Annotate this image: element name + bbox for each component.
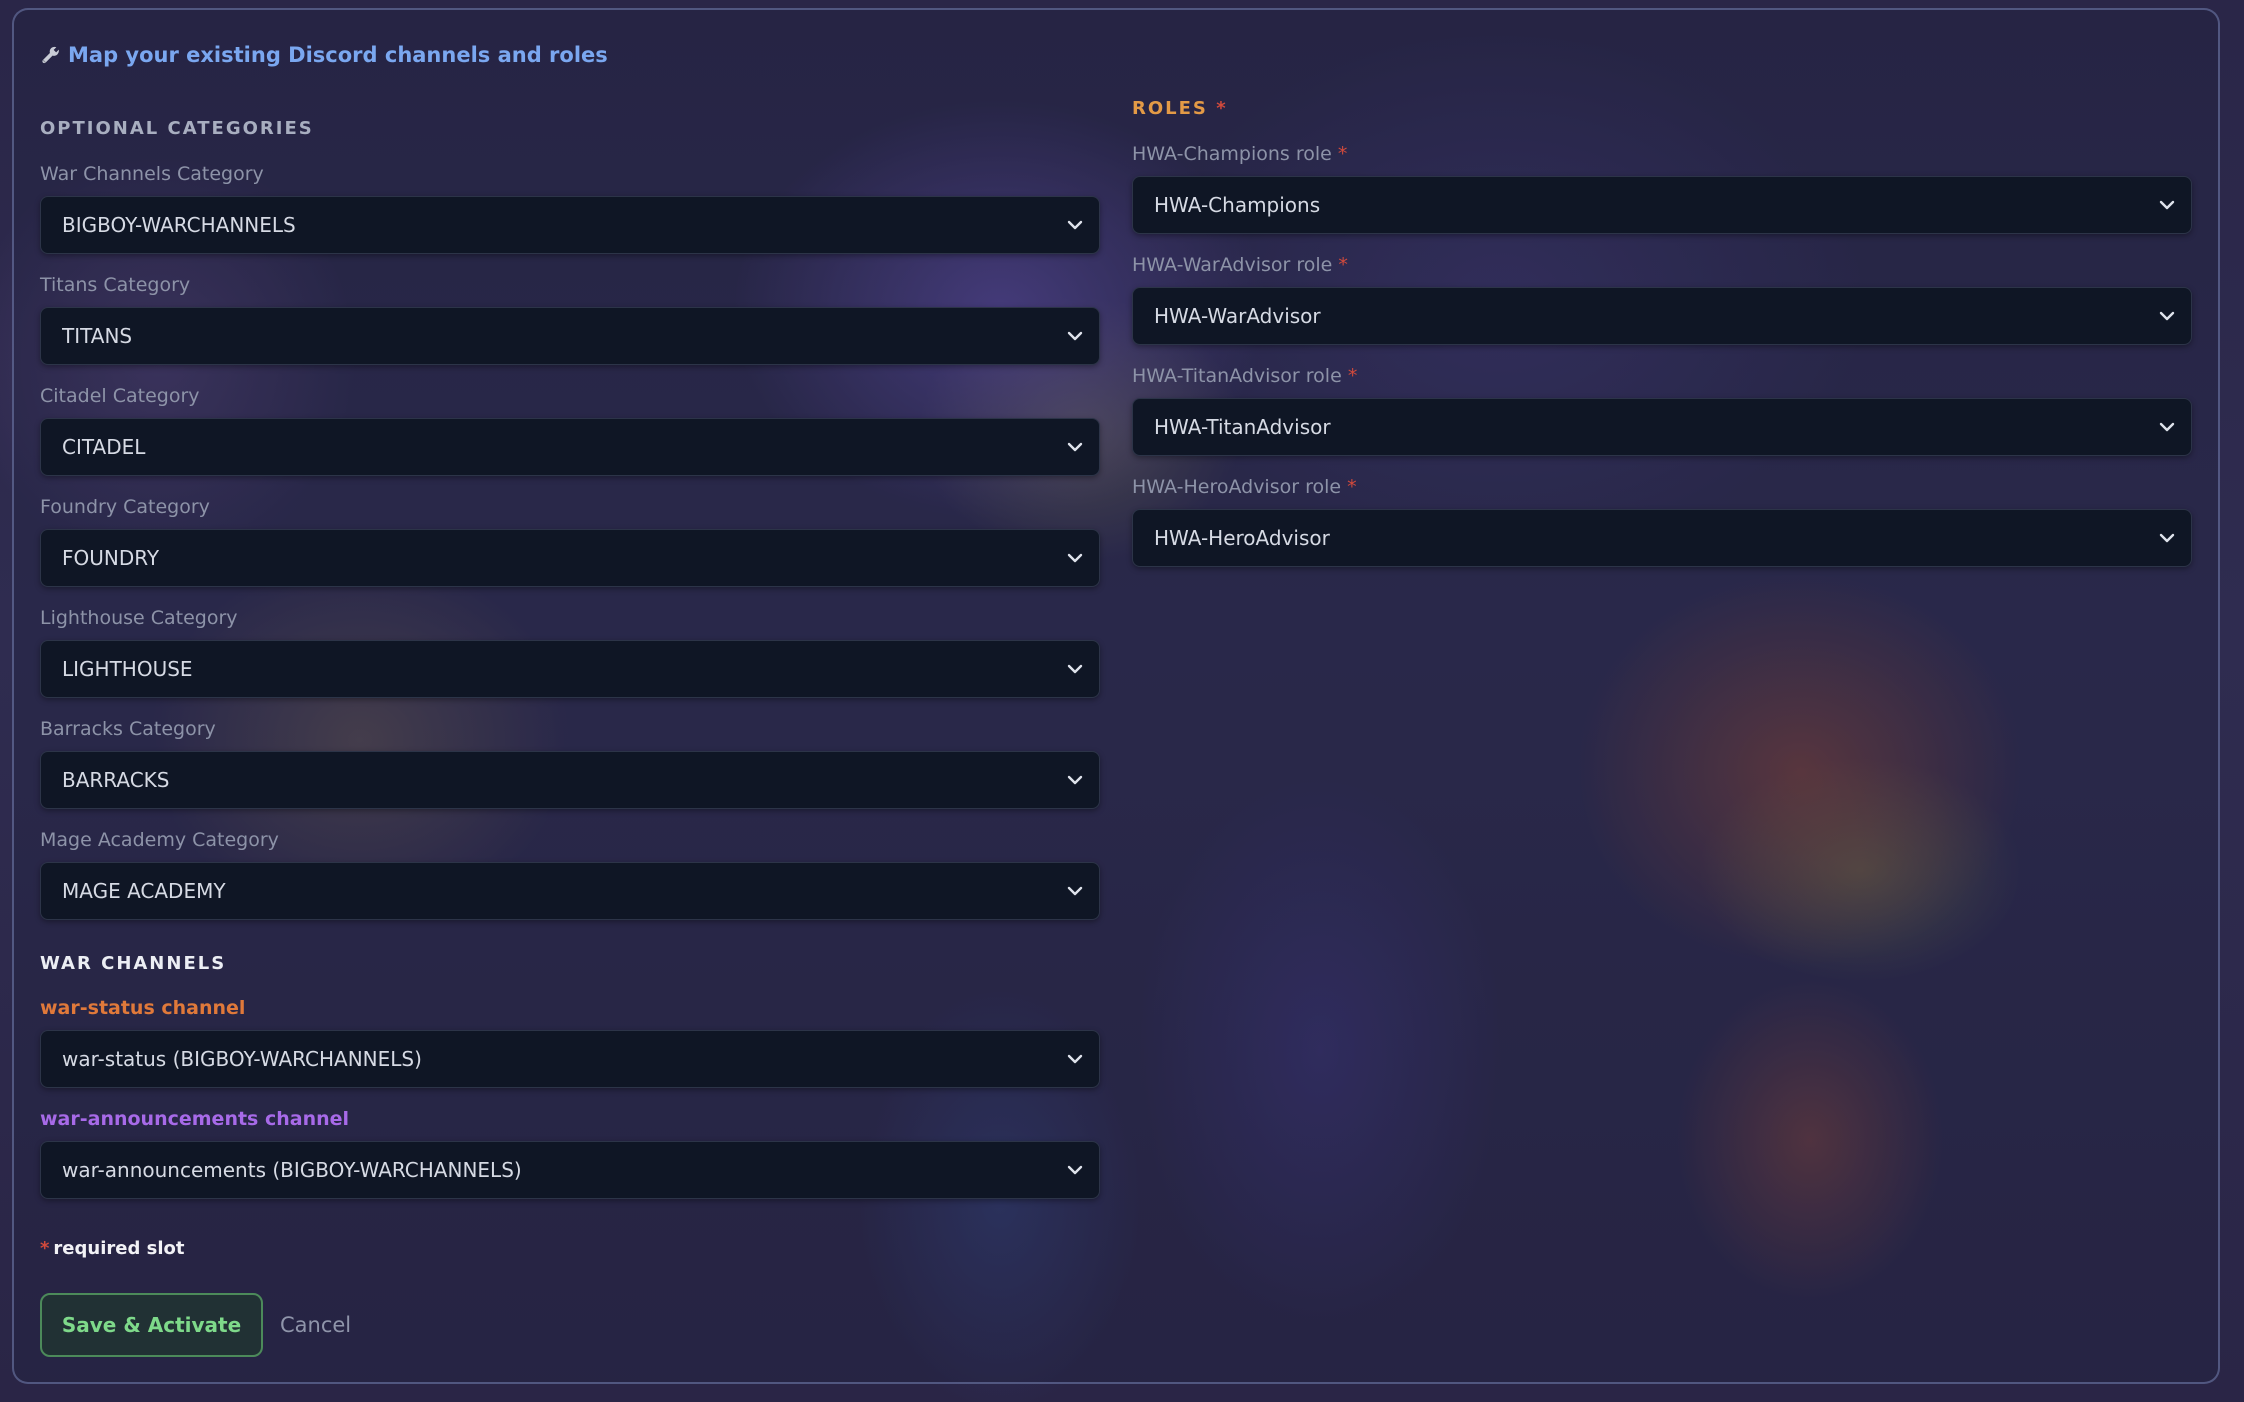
select-value: CITADEL (62, 435, 146, 459)
lighthouse-category-label: Lighthouse Category (40, 607, 238, 629)
panel-heading: Map your existing Discord channels and r… (40, 38, 608, 72)
required-star: * (1347, 365, 1358, 387)
titans-category-label: Titans Category (40, 274, 191, 296)
war-announcements-channel-select[interactable]: war-announcements (BIGBOY-WARCHANNELS) (40, 1141, 1100, 1199)
war-announcements-channel-label: war-announcements channel (40, 1108, 350, 1130)
champions-role-label: HWA-Champions role * (1132, 142, 1347, 166)
required-star: * (40, 1238, 50, 1259)
foundry-category-select[interactable]: FOUNDRY (40, 529, 1100, 587)
titanadvisor-role-label: HWA-TitanAdvisor role * (1132, 364, 1357, 388)
chevron-down-icon (1067, 1054, 1083, 1064)
select-value: HWA-HeroAdvisor (1154, 526, 1330, 550)
chevron-down-icon (2159, 533, 2175, 543)
titanadvisor-role-label-text: HWA-TitanAdvisor role (1132, 365, 1342, 387)
chevron-down-icon (1067, 664, 1083, 674)
select-value: MAGE ACADEMY (62, 879, 226, 903)
champions-role-label-text: HWA-Champions role (1132, 143, 1332, 165)
barracks-category-select[interactable]: BARRACKS (40, 751, 1100, 809)
select-value: HWA-TitanAdvisor (1154, 415, 1331, 439)
titans-category-select[interactable]: TITANS (40, 307, 1100, 365)
required-star: * (1338, 254, 1348, 276)
titanadvisor-role-select[interactable]: HWA-TitanAdvisor (1132, 398, 2192, 456)
save-activate-button[interactable]: Save & Activate (40, 1293, 263, 1357)
chevron-down-icon (1067, 886, 1083, 896)
waradvisor-role-select[interactable]: HWA-WarAdvisor (1132, 287, 2192, 345)
chevron-down-icon (1067, 775, 1083, 785)
roles-title: ROLES * (1132, 98, 1228, 120)
required-slot-note: * required slot (40, 1238, 184, 1259)
chevron-down-icon (1067, 331, 1083, 341)
select-value: war-status (BIGBOY-WARCHANNELS) (62, 1047, 422, 1071)
chevron-down-icon (2159, 311, 2175, 321)
war-channels-category-select[interactable]: BIGBOY-WARCHANNELS (40, 196, 1100, 254)
required-star: * (1347, 476, 1357, 498)
mage-academy-category-label: Mage Academy Category (40, 829, 279, 851)
chevron-down-icon (1067, 220, 1083, 230)
citadel-category-select[interactable]: CITADEL (40, 418, 1100, 476)
roles-title-text: ROLES (1132, 98, 1208, 119)
mage-academy-category-select[interactable]: MAGE ACADEMY (40, 862, 1100, 920)
chevron-down-icon (1067, 553, 1083, 563)
heroadvisor-role-select[interactable]: HWA-HeroAdvisor (1132, 509, 2192, 567)
waradvisor-role-label-text: HWA-WarAdvisor role (1132, 254, 1333, 276)
war-channels-title: WAR CHANNELS (40, 953, 227, 974)
heroadvisor-role-label: HWA-HeroAdvisor role * (1132, 475, 1357, 499)
select-value: war-announcements (BIGBOY-WARCHANNELS) (62, 1158, 522, 1182)
select-value: FOUNDRY (62, 546, 160, 570)
citadel-category-label: Citadel Category (40, 385, 200, 407)
select-value: BIGBOY-WARCHANNELS (62, 213, 296, 237)
select-value: TITANS (62, 324, 133, 348)
chevron-down-icon (1067, 442, 1083, 452)
lighthouse-category-select[interactable]: LIGHTHOUSE (40, 640, 1100, 698)
optional-categories-title: OPTIONAL CATEGORIES (40, 118, 314, 139)
select-value: HWA-WarAdvisor (1154, 304, 1321, 328)
war-status-channel-select[interactable]: war-status (BIGBOY-WARCHANNELS) (40, 1030, 1100, 1088)
chevron-down-icon (2159, 422, 2175, 432)
barracks-category-label: Barracks Category (40, 718, 216, 740)
required-star: * (1216, 98, 1228, 119)
cancel-button[interactable]: Cancel (280, 1307, 351, 1343)
required-slot-text: required slot (53, 1238, 185, 1259)
chevron-down-icon (2159, 200, 2175, 210)
wrench-icon (40, 44, 62, 66)
champions-role-select[interactable]: HWA-Champions (1132, 176, 2192, 234)
heroadvisor-role-label-text: HWA-HeroAdvisor role (1132, 476, 1342, 498)
waradvisor-role-label: HWA-WarAdvisor role * (1132, 253, 1348, 277)
required-star: * (1337, 143, 1348, 165)
war-channels-category-label: War Channels Category (40, 163, 264, 185)
panel-heading-text: Map your existing Discord channels and r… (68, 43, 608, 67)
select-value: LIGHTHOUSE (62, 657, 193, 681)
select-value: BARRACKS (62, 768, 170, 792)
war-status-channel-label: war-status channel (40, 997, 246, 1019)
foundry-category-label: Foundry Category (40, 496, 210, 518)
select-value: HWA-Champions (1154, 193, 1321, 217)
chevron-down-icon (1067, 1165, 1083, 1175)
